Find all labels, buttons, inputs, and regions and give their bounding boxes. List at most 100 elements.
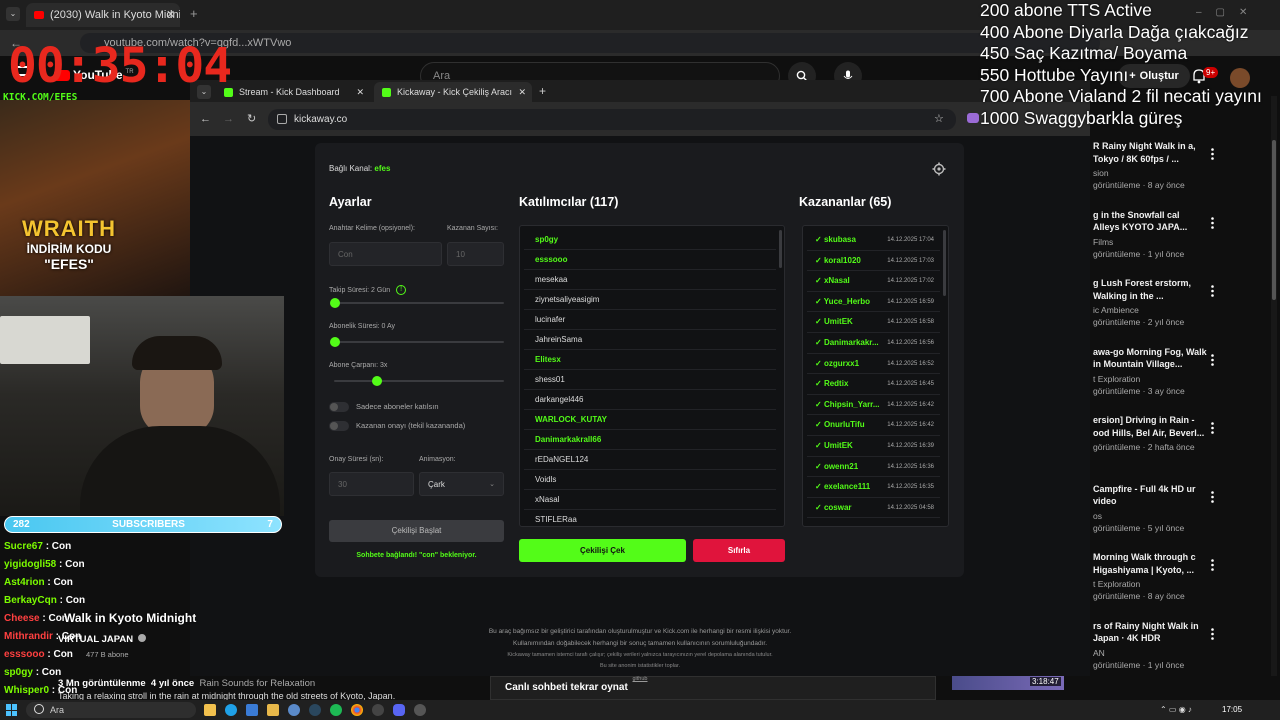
recommendation-views: görüntüleme · 2 yıl önce [1093, 317, 1185, 327]
keyword-input[interactable]: Con [329, 242, 442, 266]
tab-kickaway[interactable]: Kickaway - Kick Çekiliş Aracı ✕ [374, 82, 532, 102]
extension-icon[interactable] [967, 113, 979, 123]
more-options-icon[interactable] [1211, 422, 1214, 434]
recommendation-item[interactable]: g Lush Forest erstorm, Walking in the ..… [1093, 277, 1273, 346]
clock[interactable]: 17:05 [1222, 705, 1242, 714]
recommendation-item[interactable]: R Rainy Night Walk in a, Tokyo / 8K 60fp… [1093, 140, 1273, 209]
page-scrollbar-thumb[interactable] [1272, 140, 1276, 300]
bookmark-star-icon[interactable]: ☆ [934, 112, 944, 125]
start-giveaway-button[interactable]: Çekilişi Başlat [329, 520, 504, 542]
sub-duration-knob[interactable] [330, 337, 340, 347]
winner-name: Chipsin_Yarr... [823, 399, 880, 409]
follow-duration-slider[interactable] [334, 302, 504, 304]
winner-name: Redtix [823, 379, 849, 389]
more-options-icon[interactable] [1211, 285, 1214, 297]
follow-duration-knob[interactable] [330, 298, 340, 308]
recommendation-item[interactable]: awa-go Morning Fog, Walk in Mountain Vil… [1093, 346, 1273, 415]
check-icon: ✓ [815, 399, 822, 409]
outer-tab-youtube[interactable]: (2030) Walk in Kyoto Midnight [26, 3, 180, 27]
settings-icon[interactable] [288, 704, 300, 716]
participants-list[interactable]: sp0gy esssooo mesekaa ziynetsaliyeasigim luc… [519, 225, 785, 527]
recommendation-title: Campfire - Full 4k HD ur video [1093, 483, 1196, 507]
draw-button[interactable]: Çekilişi Çek [519, 539, 686, 562]
chat-text: : Con [45, 541, 72, 552]
new-tab-icon[interactable]: + [539, 84, 546, 98]
obs-icon[interactable] [372, 704, 384, 716]
winner-count-input[interactable]: 10 [447, 242, 504, 266]
close-icon[interactable]: ✕ [356, 87, 364, 98]
stream-goal: 400 Abone Diyarla Dağa çıakcağız [980, 21, 1249, 42]
sponsor-line: İNDİRİM KODU [26, 242, 112, 256]
close-icon[interactable]: ✕ [166, 8, 175, 21]
forward-icon[interactable]: → [223, 113, 234, 125]
check-icon: ✓ [815, 379, 822, 389]
discord-icon[interactable] [393, 704, 405, 716]
participants-scrollbar[interactable] [779, 230, 782, 268]
winner-row: ✓ Chipsin_Yarr... 14.12.2025 16:42 [807, 395, 940, 416]
windows-start-icon[interactable] [6, 704, 18, 716]
check-icon: ✓ [815, 235, 822, 244]
spotify-icon[interactable] [330, 704, 342, 716]
github-link[interactable]: github [390, 672, 890, 686]
recommendation-title: Morning Walk through c Higashiyama | Kyo… [1093, 552, 1196, 575]
video-tags[interactable]: Rain Sounds for Relaxation [200, 678, 316, 689]
gear-icon[interactable] [932, 162, 946, 176]
winner-name: coswar [823, 502, 852, 512]
tab-label: Kickaway - Kick Çekiliş Aracı [397, 87, 513, 97]
recommendation-item[interactable]: ersion] Driving in Rain - ood Hills, Bel… [1093, 414, 1273, 483]
recommendation-channel: AN [1093, 647, 1105, 658]
sub-duration-slider[interactable] [334, 341, 504, 343]
reset-button[interactable]: Sıfırla [693, 539, 785, 562]
winners-list[interactable]: ✓ skubasa 14.12.2025 17:04 ✓ koral1020 14.1… [802, 225, 949, 527]
app-icon[interactable] [414, 704, 426, 716]
close-icon[interactable]: ✕ [518, 87, 526, 98]
reload-icon[interactable]: ↻ [247, 112, 256, 125]
outer-tab-label: (2030) Walk in Kyoto Midnight [50, 9, 180, 21]
more-options-icon[interactable] [1211, 559, 1214, 571]
outer-url-field[interactable]: youtube.com/watch?v=qgfd...xWTVwo [80, 33, 1100, 53]
taskbar-search[interactable]: Ara [26, 702, 196, 718]
recommendation-title: ersion] Driving in Rain - ood Hills, Bel… [1093, 415, 1205, 438]
confirm-time-input[interactable]: 30 [329, 472, 414, 496]
tray-icons[interactable]: ⌃ ▭ ◉ ♪ [1160, 705, 1192, 714]
more-options-icon[interactable] [1211, 490, 1214, 503]
recommendation-item[interactable]: rs of Rainy Night Walk in Japan · 4K HDR… [1093, 620, 1273, 681]
winner-name: Danimarkakr... [823, 337, 879, 347]
folder-icon[interactable] [267, 704, 279, 716]
store-icon[interactable] [246, 704, 258, 716]
inner-url-field[interactable]: kickaway.co [268, 109, 956, 130]
new-tab-icon[interactable]: + [190, 6, 198, 21]
more-options-icon[interactable] [1211, 353, 1214, 366]
animation-select[interactable]: Çark ⌄ [419, 472, 504, 496]
explorer-icon[interactable] [204, 704, 216, 716]
footer-line: Bu site anonim istatistikler toplar. [599, 663, 681, 669]
recommendation-item[interactable]: Morning Walk through c Higashiyama | Kyo… [1093, 551, 1273, 620]
recommendation-item[interactable]: g in the Snowfall cal Alleys KYOTO JAPA.… [1093, 209, 1273, 278]
recommendation-views: görüntüleme · 3 ay önce [1093, 385, 1185, 396]
channel-info: VIRTUAL JAPAN [58, 634, 146, 645]
tab-search-button[interactable]: ⌄ [6, 7, 20, 21]
winners-scrollbar[interactable] [943, 230, 946, 296]
chrome-icon[interactable] [351, 704, 363, 716]
stream-goal: 200 abone TTS Active [980, 0, 1152, 20]
stream-goal: 700 Abone Vialand 2 fil necati yayını [980, 86, 1262, 106]
recommendation-item[interactable]: Campfire - Full 4k HD ur video os görünt… [1093, 483, 1273, 552]
info-icon[interactable]: ! [396, 285, 407, 295]
more-options-icon[interactable] [1211, 148, 1214, 160]
multiplier-slider[interactable] [334, 380, 504, 382]
more-options-icon[interactable] [1211, 627, 1214, 640]
tab-stream-dashboard[interactable]: Stream - Kick Dashboard ✕ [216, 82, 370, 102]
only-subs-toggle[interactable] [329, 402, 349, 412]
steam-icon[interactable] [309, 704, 321, 716]
stream-goal: 1000 Swaggybarkla güreş [980, 107, 1183, 128]
channel-name[interactable]: VIRTUAL JAPAN [58, 634, 133, 645]
more-options-icon[interactable] [1211, 216, 1214, 229]
back-icon[interactable]: ← [200, 113, 211, 125]
winner-confirm-toggle[interactable] [329, 421, 349, 431]
site-info-icon[interactable] [277, 114, 287, 124]
edge-icon[interactable] [225, 704, 237, 716]
recommendation-list: R Rainy Night Walk in a, Tokyo / 8K 60fp… [1093, 140, 1273, 680]
winner-name: Yuce_Herbo [823, 296, 871, 306]
multiplier-knob[interactable] [371, 376, 382, 386]
streamer-body [80, 426, 280, 516]
